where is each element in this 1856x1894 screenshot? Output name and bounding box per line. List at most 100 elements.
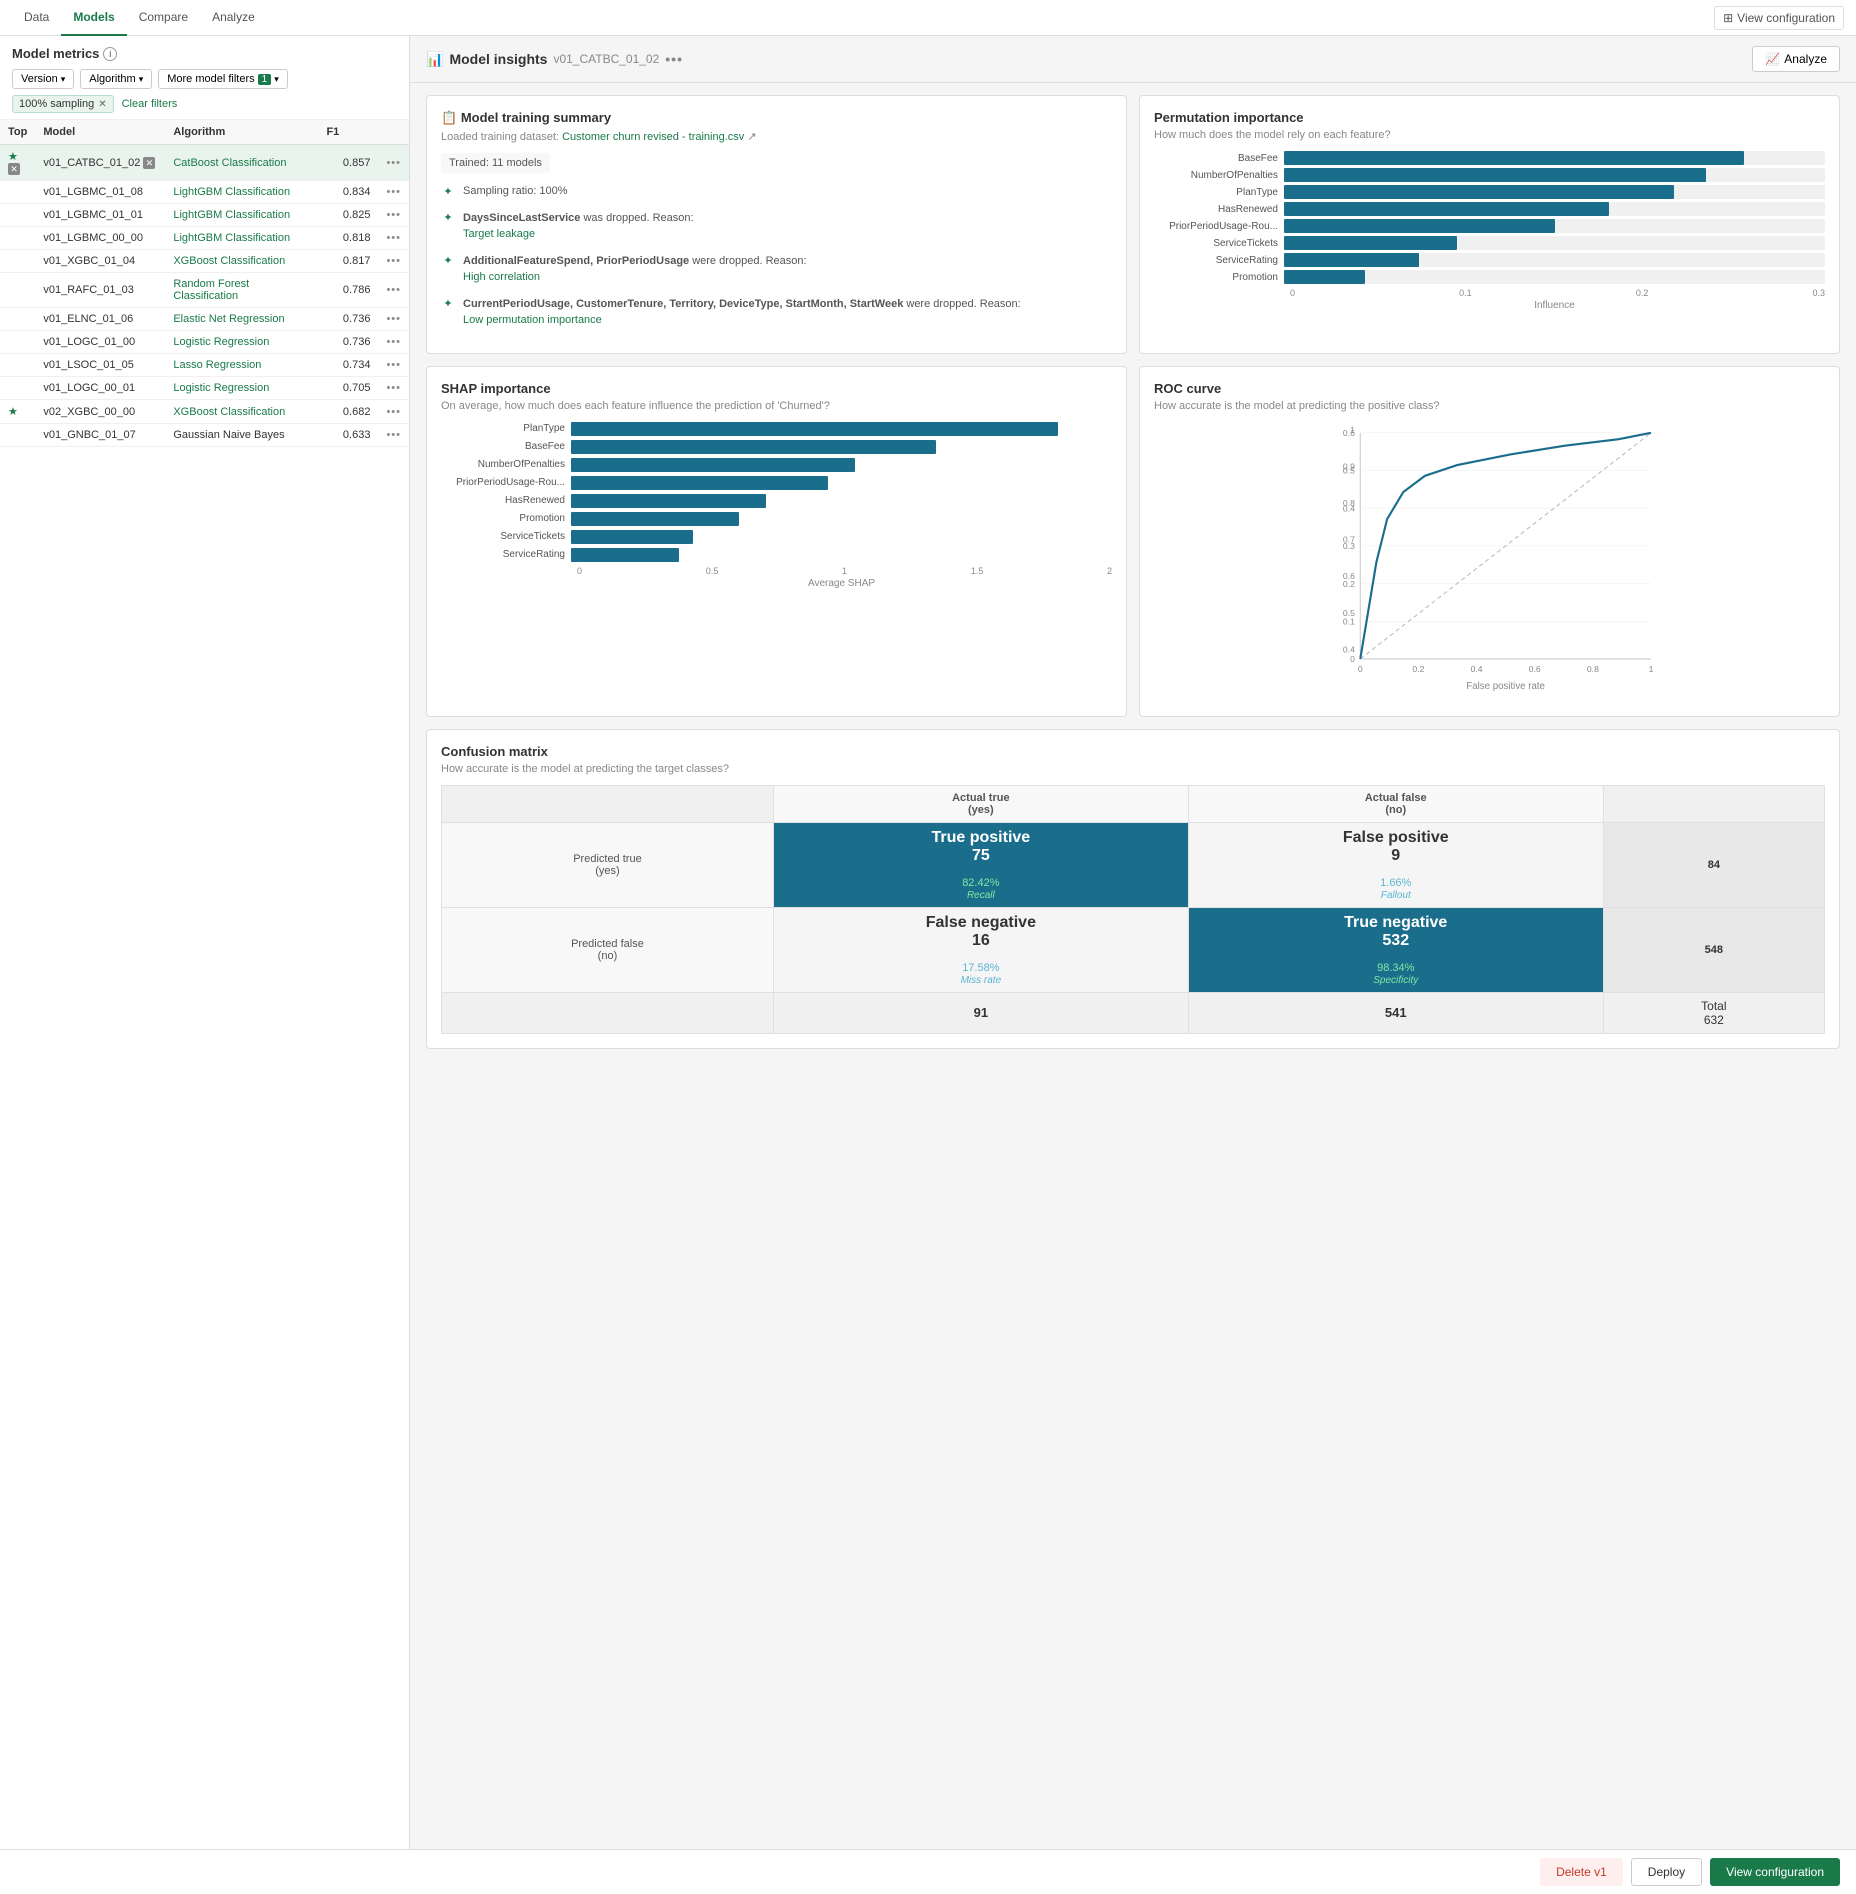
more-icon[interactable]: ••• bbox=[386, 382, 401, 394]
nav-compare[interactable]: Compare bbox=[127, 0, 200, 36]
panel-title: 📊 Model insights v01_CATBC_01_02 ••• bbox=[426, 51, 683, 68]
table-row[interactable]: v01_LOGC_00_01 Logistic Regression 0.705… bbox=[0, 377, 409, 400]
target-leakage-link[interactable]: Target leakage bbox=[463, 226, 694, 243]
more-icon[interactable]: ••• bbox=[386, 284, 401, 296]
row-actions[interactable]: ••• bbox=[378, 308, 409, 331]
shap-bar bbox=[571, 440, 936, 454]
algorithm-link[interactable]: Elastic Net Regression bbox=[173, 313, 284, 325]
algorithm-link[interactable]: Lasso Regression bbox=[173, 359, 261, 371]
row-actions[interactable]: ••• bbox=[378, 331, 409, 354]
view-config-bottom-button[interactable]: View configuration bbox=[1710, 1858, 1840, 1886]
row-actions[interactable]: ••• bbox=[378, 424, 409, 447]
table-row[interactable]: v01_LGBMC_01_08 LightGBM Classification … bbox=[0, 181, 409, 204]
more-icon[interactable]: ••• bbox=[386, 186, 401, 198]
algorithm-link[interactable]: Logistic Regression bbox=[173, 336, 269, 348]
svg-text:0: 0 bbox=[1350, 654, 1355, 664]
more-icon[interactable]: ••• bbox=[386, 209, 401, 221]
row-actions[interactable]: ••• bbox=[378, 145, 409, 181]
chevron-down-icon: ▾ bbox=[61, 74, 66, 85]
view-config-button[interactable]: ⊞ View configuration bbox=[1714, 6, 1844, 30]
more-icon[interactable]: ••• bbox=[386, 313, 401, 325]
table-row[interactable]: ★✕ v01_CATBC_01_02 ✕ CatBoost Classifica… bbox=[0, 145, 409, 181]
f1-score: 0.734 bbox=[318, 354, 378, 377]
more-icon[interactable]: ••• bbox=[386, 429, 401, 441]
analyze-button[interactable]: 📈 Analyze bbox=[1752, 46, 1840, 72]
top-nav: Data Models Compare Analyze ⊞ View confi… bbox=[0, 0, 1856, 36]
table-row[interactable]: v01_LGBMC_00_00 LightGBM Classification … bbox=[0, 227, 409, 250]
row-actions[interactable]: ••• bbox=[378, 181, 409, 204]
algorithm-name[interactable]: Lasso Regression bbox=[165, 354, 318, 377]
more-icon[interactable]: ••• bbox=[386, 232, 401, 244]
delete-button[interactable]: Delete v1 bbox=[1540, 1858, 1623, 1886]
table-row[interactable]: v01_RAFC_01_03 Random Forest Classificat… bbox=[0, 273, 409, 308]
table-row[interactable]: ★ v02_XGBC_00_00 XGBoost Classification … bbox=[0, 400, 409, 424]
permutation-importance-card: Permutation importance How much does the… bbox=[1139, 95, 1840, 354]
low-permutation-link[interactable]: Low permutation importance bbox=[463, 312, 1021, 329]
row-actions[interactable]: ••• bbox=[378, 227, 409, 250]
row-actions[interactable]: ••• bbox=[378, 273, 409, 308]
algorithm-name[interactable]: LightGBM Classification bbox=[165, 227, 318, 250]
table-row[interactable]: v01_XGBC_01_04 XGBoost Classification 0.… bbox=[0, 250, 409, 273]
col-header-model: Model bbox=[35, 120, 165, 145]
info-icon[interactable]: i bbox=[103, 47, 117, 61]
table-row[interactable]: v01_GNBC_01_07 Gaussian Naive Bayes 0.63… bbox=[0, 424, 409, 447]
high-correlation-link[interactable]: High correlation bbox=[463, 269, 807, 286]
row-actions[interactable]: ••• bbox=[378, 354, 409, 377]
clear-filters-link[interactable]: Clear filters bbox=[122, 98, 178, 110]
table-row[interactable]: v01_LSOC_01_05 Lasso Regression 0.734 ••… bbox=[0, 354, 409, 377]
more-icon[interactable]: ••• bbox=[386, 336, 401, 348]
shap-bar bbox=[571, 422, 1058, 436]
row-actions[interactable]: ••• bbox=[378, 377, 409, 400]
close-icon[interactable]: ✕ bbox=[8, 163, 20, 175]
algorithm-link[interactable]: CatBoost Classification bbox=[173, 157, 286, 169]
deploy-button[interactable]: Deploy bbox=[1631, 1858, 1702, 1886]
algorithm-name[interactable]: LightGBM Classification bbox=[165, 181, 318, 204]
algorithm-link[interactable]: Random Forest Classification bbox=[173, 278, 249, 302]
algorithm-link[interactable]: LightGBM Classification bbox=[173, 209, 290, 221]
perm-label: HasRenewed bbox=[1154, 204, 1284, 215]
more-icon[interactable]: ••• bbox=[386, 359, 401, 371]
algorithm-name[interactable]: XGBoost Classification bbox=[165, 250, 318, 273]
more-icon[interactable]: ••• bbox=[386, 255, 401, 267]
sidebar-title: Model metrics i bbox=[12, 46, 397, 61]
dataset-link[interactable]: Customer churn revised - training.csv bbox=[562, 131, 744, 143]
table-row[interactable]: v01_LOGC_01_00 Logistic Regression 0.736… bbox=[0, 331, 409, 354]
shap-bar-wrap bbox=[571, 494, 1112, 508]
nav-data[interactable]: Data bbox=[12, 0, 61, 36]
perm-label: PlanType bbox=[1154, 187, 1284, 198]
nav-analyze[interactable]: Analyze bbox=[200, 0, 267, 36]
row-actions[interactable]: ••• bbox=[378, 204, 409, 227]
algorithm-link[interactable]: Logistic Regression bbox=[173, 382, 269, 394]
dropped-text-2: AdditionalFeatureSpend, PriorPeriodUsage… bbox=[463, 253, 807, 286]
algorithm-link[interactable]: XGBoost Classification bbox=[173, 255, 285, 267]
model-name: v01_LGBMC_00_00 bbox=[35, 227, 165, 250]
row-actions[interactable]: ••• bbox=[378, 400, 409, 424]
remove-filter-icon[interactable]: ✕ bbox=[98, 99, 106, 110]
algorithm-link[interactable]: XGBoost Classification bbox=[173, 406, 285, 418]
algorithm-name[interactable]: Logistic Regression bbox=[165, 377, 318, 400]
algorithm-name[interactable]: Elastic Net Regression bbox=[165, 308, 318, 331]
shap-title: SHAP importance bbox=[441, 381, 1112, 396]
table-row[interactable]: v01_LGBMC_01_01 LightGBM Classification … bbox=[0, 204, 409, 227]
more-icon[interactable]: ••• bbox=[386, 157, 401, 169]
algorithm-name[interactable]: XGBoost Classification bbox=[165, 400, 318, 424]
algorithm-name[interactable]: LightGBM Classification bbox=[165, 204, 318, 227]
version-filter-button[interactable]: Version ▾ bbox=[12, 69, 74, 89]
row-actions[interactable]: ••• bbox=[378, 250, 409, 273]
algorithm-name[interactable]: CatBoost Classification bbox=[165, 145, 318, 181]
shap-row: ServiceTickets bbox=[441, 530, 1112, 544]
star-icon: ★ bbox=[8, 406, 18, 418]
algorithm-link[interactable]: LightGBM Classification bbox=[173, 186, 290, 198]
selected-close-icon[interactable]: ✕ bbox=[143, 157, 155, 169]
cards-grid: 📋 Model training summary Loaded training… bbox=[410, 83, 1856, 1061]
algorithm-name[interactable]: Logistic Regression bbox=[165, 331, 318, 354]
more-icon[interactable]: ••• bbox=[386, 406, 401, 418]
algorithm-name[interactable]: Random Forest Classification bbox=[165, 273, 318, 308]
nav-models[interactable]: Models bbox=[61, 0, 126, 36]
algorithm-filter-button[interactable]: Algorithm ▾ bbox=[80, 69, 152, 89]
more-options-icon[interactable]: ••• bbox=[665, 51, 683, 67]
algorithm-link[interactable]: LightGBM Classification bbox=[173, 232, 290, 244]
more-filters-button[interactable]: More model filters 1 ▾ bbox=[158, 69, 288, 89]
table-row[interactable]: v01_ELNC_01_06 Elastic Net Regression 0.… bbox=[0, 308, 409, 331]
shap-subtitle: On average, how much does each feature i… bbox=[441, 400, 1112, 412]
